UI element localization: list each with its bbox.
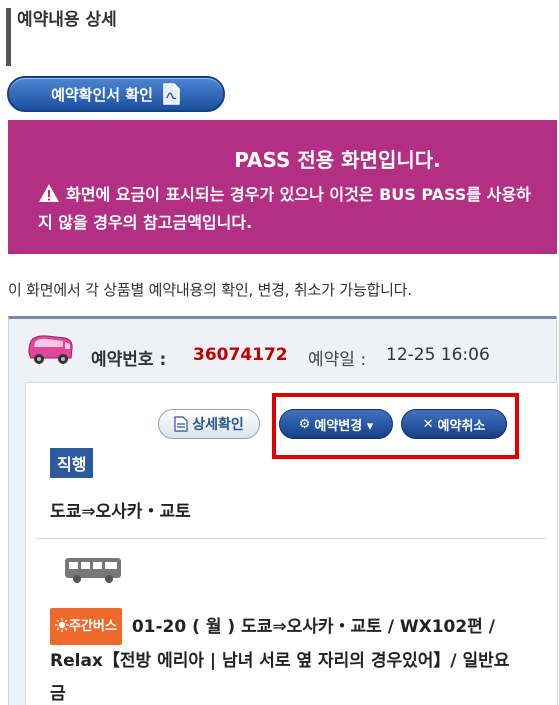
warning-icon [39, 184, 59, 202]
detail-check-button[interactable]: 상세확인 [158, 409, 260, 439]
reservation-confirmation-button[interactable]: 예약확인서 확인 [7, 76, 225, 112]
daytime-bus-label: 주간버스 [69, 619, 117, 634]
gear-icon: ⚙ [298, 416, 311, 432]
service-type-badge: 직행 [50, 448, 94, 478]
detail-check-label: 상세확인 [192, 417, 244, 433]
reservation-number: 36074172 [193, 345, 288, 365]
pdf-document-icon [163, 83, 180, 105]
route-title: 도쿄⇒오사카・교토 [50, 502, 191, 522]
reservation-header: 예약번호 : 36074172 예약일 : 12-25 16:06 [9, 319, 556, 379]
reservation-card: 예약번호 : 36074172 예약일 : 12-25 16:06 상세확인 ⚙… [8, 316, 558, 705]
page-heading: 예약내용 상세 [6, 8, 117, 66]
pass-notice-banner: PASS 전용 화면입니다. 화면에 요금이 표시되는 경우가 있으나 이것은 … [8, 120, 557, 254]
reservation-number-label: 예약번호 : [91, 350, 167, 370]
reservation-cancel-label: 예약취소 [437, 418, 486, 434]
bus-icon [65, 558, 121, 583]
close-icon: ✕ [422, 416, 434, 432]
reservation-cancel-button[interactable]: ✕ 예약취소 [401, 409, 507, 439]
reservation-change-label: 예약변경 ▾ [314, 418, 374, 434]
trip-info: 주간버스 01-20 ( 월 ) 도쿄⇒오사카・교토 / WX102편 / Re… [50, 608, 520, 705]
page-title: 예약내용 상세 [17, 10, 117, 30]
reservation-date: 12-25 16:06 [386, 345, 490, 365]
sun-icon [55, 618, 69, 632]
document-icon [174, 416, 188, 432]
pass-notice-title: PASS 전용 화면입니다. [234, 148, 441, 172]
intro-text: 이 화면에서 각 상품별 예약내용의 확인, 변경, 취소가 가능합니다. [8, 281, 412, 299]
confirmation-button-label: 예약확인서 확인 [51, 85, 153, 104]
pink-bus-icon [28, 335, 73, 364]
divider [36, 538, 547, 539]
reservation-change-button[interactable]: ⚙ 예약변경 ▾ [279, 409, 393, 439]
reservation-date-label: 예약일 : [308, 350, 367, 370]
daytime-bus-badge: 주간버스 [50, 608, 122, 645]
pass-notice-warning-text: 화면에 요금이 표시되는 경우가 있으나 이것은 BUS PASS를 사용하지 … [38, 185, 531, 232]
pass-notice-warning: 화면에 요금이 표시되는 경우가 있으나 이것은 BUS PASS를 사용하지 … [38, 181, 537, 237]
reservation-detail-panel: 상세확인 ⚙ 예약변경 ▾ ✕ 예약취소 직행 도쿄⇒오사카・교토 주간버스 0… [25, 382, 558, 705]
